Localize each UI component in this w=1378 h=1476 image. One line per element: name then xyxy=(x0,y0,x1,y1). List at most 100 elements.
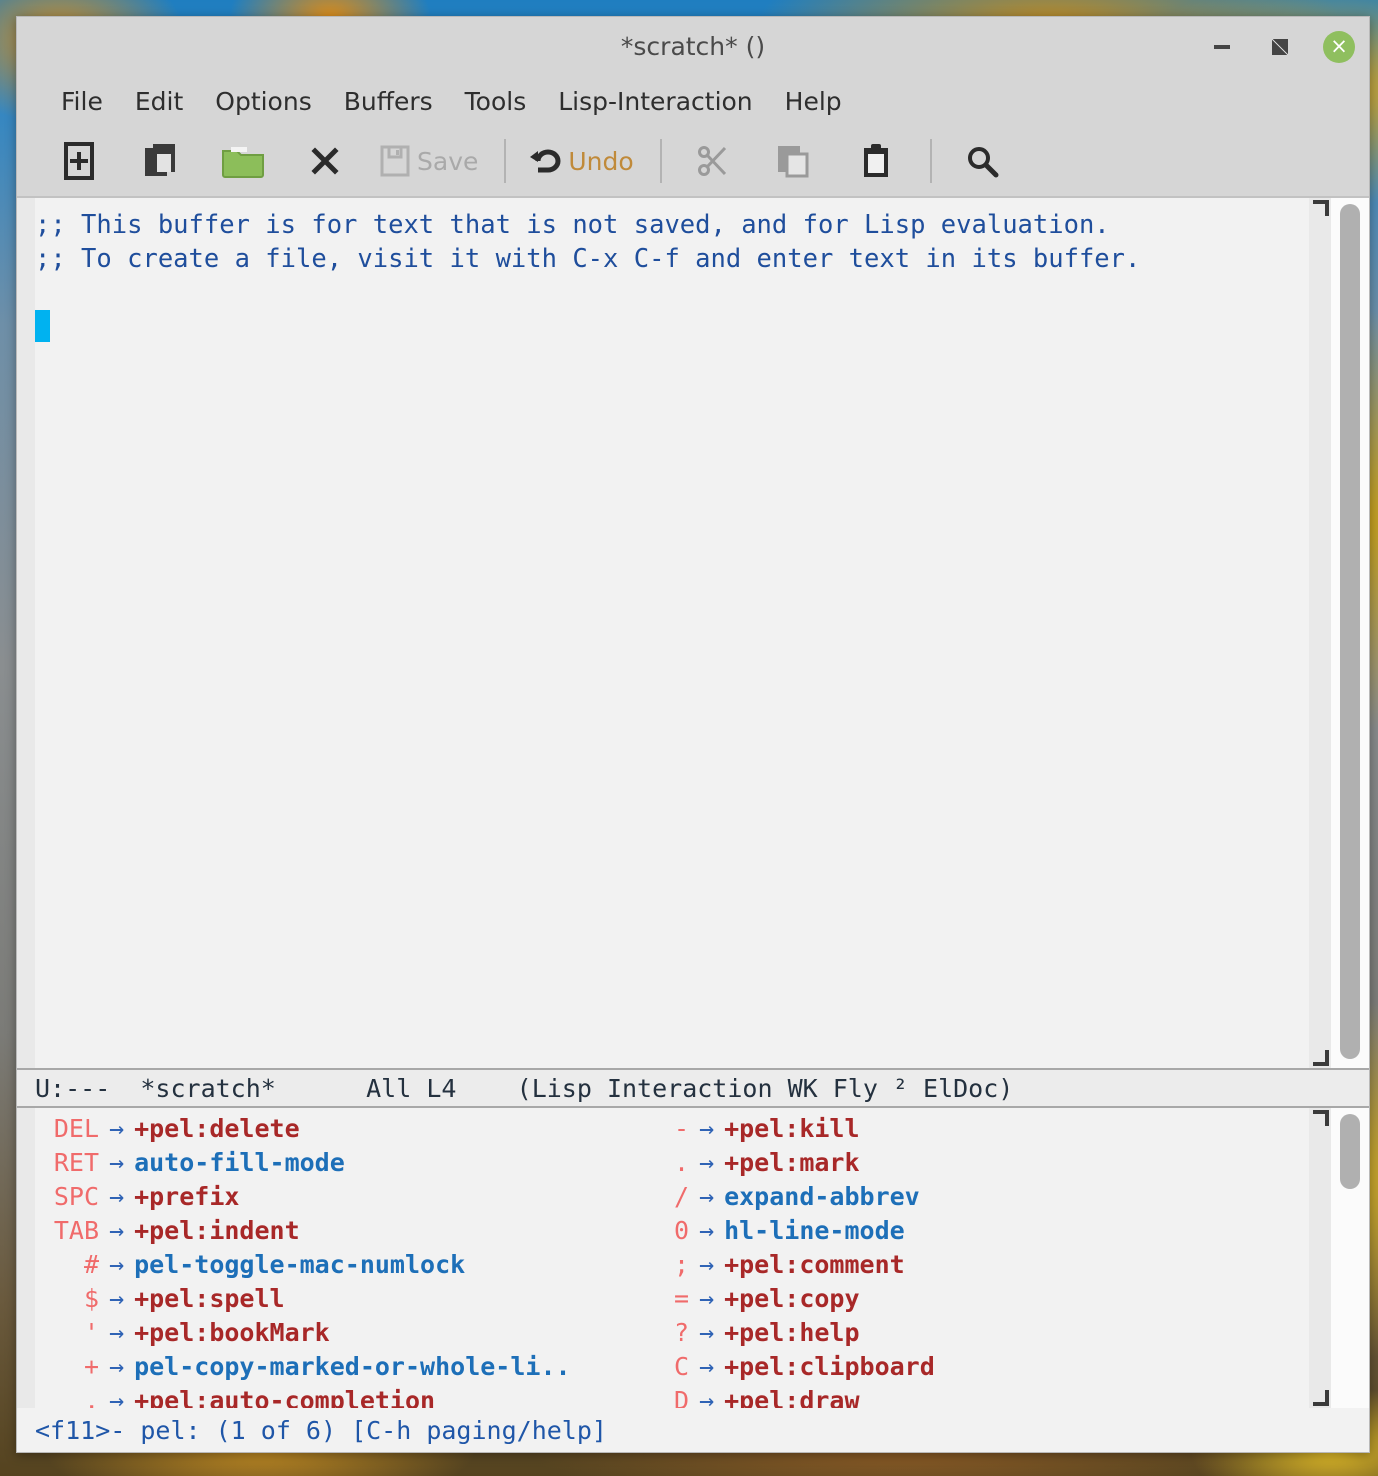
whichkey-scrollbar-thumb[interactable] xyxy=(1340,1114,1360,1189)
which-key-key: RET xyxy=(53,1148,99,1177)
close-x-icon xyxy=(310,146,340,176)
arrow-right-icon: → xyxy=(699,1250,715,1279)
which-key-row: DEL → +pel:delete - → +pel:kill xyxy=(35,1112,1309,1146)
which-key-key: - xyxy=(673,1114,689,1143)
menu-item-tools[interactable]: Tools xyxy=(449,85,543,118)
scratch-buffer-pane: ;; This buffer is for text that is not s… xyxy=(17,198,1369,1068)
which-key-row: TAB → +pel:indent 0 → hl-line-mode xyxy=(35,1214,1309,1248)
arrow-right-icon: → xyxy=(699,1182,715,1211)
close-icon: × xyxy=(1330,34,1348,58)
minimize-icon xyxy=(1214,44,1230,49)
whichkey-corner-mark-bottom-right xyxy=(1313,1390,1329,1406)
buffer-scrollbar[interactable] xyxy=(1331,198,1369,1068)
scratch-buffer-text[interactable]: ;; This buffer is for text that is not s… xyxy=(35,198,1309,1068)
menu-item-edit[interactable]: Edit xyxy=(119,85,199,118)
save-label: Save xyxy=(417,146,479,176)
which-key-command: +pel:spell xyxy=(134,1284,285,1313)
title-bar[interactable]: *scratch* () × xyxy=(17,17,1369,76)
arrow-right-icon: → xyxy=(699,1284,715,1313)
which-key-key: SPC xyxy=(53,1182,99,1211)
menu-item-lisp-interaction[interactable]: Lisp-Interaction xyxy=(542,85,768,118)
which-key-row: , → +pel:auto-completion D → +pel:draw xyxy=(35,1384,1309,1408)
which-key-entry-right: - → +pel:kill xyxy=(625,1112,860,1146)
open-file-icon xyxy=(143,142,179,180)
arrow-right-icon: → xyxy=(109,1216,125,1245)
close-button[interactable]: × xyxy=(1323,30,1355,63)
which-key-command: +pel:comment xyxy=(724,1250,905,1279)
arrow-right-icon: → xyxy=(109,1318,125,1347)
buffer-scrollbar-thumb[interactable] xyxy=(1340,204,1360,1059)
which-key-entry-left: $ → +pel:spell xyxy=(35,1282,625,1316)
which-key-entry-left: SPC → +prefix xyxy=(35,1180,625,1214)
arrow-right-icon: → xyxy=(699,1216,715,1245)
arrow-right-icon: → xyxy=(699,1352,715,1381)
which-key-entry-right: D → +pel:draw xyxy=(625,1384,860,1408)
whichkey-scrollbar[interactable] xyxy=(1331,1108,1369,1408)
buffer-fringe-left xyxy=(17,198,35,1068)
which-key-command: +pel:kill xyxy=(724,1114,860,1143)
which-key-key: , xyxy=(83,1386,99,1408)
maximize-button[interactable] xyxy=(1265,32,1295,62)
which-key-entry-left: + → pel-copy-marked-or-whole-li.. xyxy=(35,1350,625,1384)
magnifier-icon xyxy=(965,144,999,178)
undo-label: Undo xyxy=(568,146,634,176)
paste-button[interactable] xyxy=(848,133,904,189)
close-buffer-button[interactable] xyxy=(297,133,353,189)
which-key-command: +pel:auto-completion xyxy=(134,1386,436,1408)
which-key-command: hl-line-mode xyxy=(724,1216,905,1245)
which-key-key: $ xyxy=(83,1284,99,1313)
arrow-right-icon: → xyxy=(109,1250,125,1279)
which-key-row: RET → auto-fill-mode. → +pel:mark xyxy=(35,1146,1309,1180)
echo-area: <f11>- pel: (1 of 6) [C-h paging/help] xyxy=(17,1408,1369,1452)
arrow-right-icon: → xyxy=(699,1114,715,1143)
window-controls: × xyxy=(1207,17,1355,76)
minimize-button[interactable] xyxy=(1207,32,1237,62)
emacs-frame-body: ;; This buffer is for text that is not s… xyxy=(17,198,1369,1452)
undo-button[interactable]: Undo xyxy=(528,133,634,189)
which-key-key: = xyxy=(673,1284,689,1313)
which-key-command: +pel:delete xyxy=(134,1114,300,1143)
which-key-key: C xyxy=(673,1352,689,1381)
which-key-command: +pel:copy xyxy=(724,1284,860,1313)
menu-item-options[interactable]: Options xyxy=(199,85,327,118)
arrow-right-icon: → xyxy=(109,1148,125,1177)
which-key-entry-left: DEL → +pel:delete xyxy=(35,1112,625,1146)
which-key-entry-left: ' → +pel:bookMark xyxy=(35,1316,625,1350)
which-key-entry-right: ; → +pel:comment xyxy=(625,1248,905,1282)
menu-item-file[interactable]: File xyxy=(45,85,119,118)
toolbar-separator-3 xyxy=(929,139,932,183)
menu-item-help[interactable]: Help xyxy=(769,85,858,118)
open-directory-button[interactable] xyxy=(215,133,271,189)
which-key-command: pel-copy-marked-or-whole-li.. xyxy=(134,1352,571,1381)
folder-icon xyxy=(221,143,265,179)
clipboard-icon xyxy=(861,142,891,180)
copy-button[interactable] xyxy=(766,133,822,189)
copy-icon xyxy=(776,142,812,180)
search-button[interactable] xyxy=(954,133,1010,189)
which-key-key: ; xyxy=(673,1250,689,1279)
undo-arrow-icon xyxy=(528,145,562,177)
arrow-right-icon: → xyxy=(699,1386,715,1408)
arrow-right-icon: → xyxy=(699,1148,715,1177)
mode-line-text: U:--- *scratch* All L4 (Lisp Interaction… xyxy=(35,1073,1014,1103)
open-file-button[interactable] xyxy=(133,133,189,189)
which-key-key: 0 xyxy=(673,1216,689,1245)
buffer-fringe-right xyxy=(1309,198,1331,1068)
text-cursor xyxy=(35,310,50,342)
menu-item-buffers[interactable]: Buffers xyxy=(328,85,449,118)
which-key-row: # → pel-toggle-mac-numlock; → +pel:comment xyxy=(35,1248,1309,1282)
arrow-right-icon: → xyxy=(109,1182,125,1211)
which-key-command: +pel:indent xyxy=(134,1216,300,1245)
save-button[interactable]: Save xyxy=(379,133,478,189)
which-key-command: +pel:mark xyxy=(724,1148,860,1177)
toolbar-separator-2 xyxy=(659,139,662,183)
which-key-row: + → pel-copy-marked-or-whole-li.. C → +pel:cl… xyxy=(35,1350,1309,1384)
which-key-key: . xyxy=(673,1148,689,1177)
which-key-entry-right: ? → +pel:help xyxy=(625,1316,860,1350)
cut-button[interactable] xyxy=(684,133,740,189)
new-file-button[interactable] xyxy=(51,133,107,189)
which-key-entry-left: TAB → +pel:indent xyxy=(35,1214,625,1248)
mode-line: U:--- *scratch* All L4 (Lisp Interaction… xyxy=(17,1068,1369,1108)
arrow-right-icon: → xyxy=(699,1318,715,1347)
which-key-key: ? xyxy=(673,1318,689,1347)
